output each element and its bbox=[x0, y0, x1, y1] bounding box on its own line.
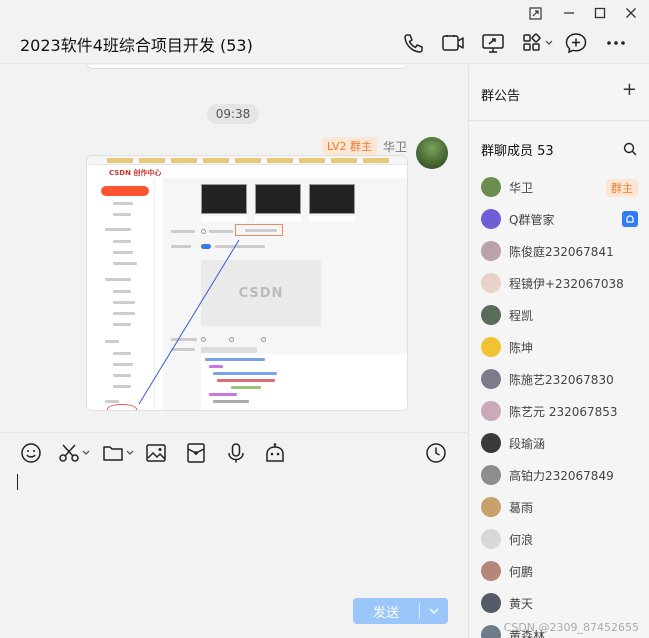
member-list[interactable]: 华卫 群主 Q群管家陈俊庭232067841 程镜伊+232067038 程凯陈坤陈施艺… bbox=[469, 171, 649, 638]
member-item[interactable]: 陈施艺232067830 bbox=[469, 363, 649, 395]
member-name: 葛雨 bbox=[509, 500, 534, 515]
member-name: 程凯 bbox=[509, 308, 534, 323]
member-avatar[interactable] bbox=[481, 209, 501, 229]
add-announcement-icon[interactable]: + bbox=[622, 81, 637, 99]
member-item[interactable]: 高铂力232067849 bbox=[469, 459, 649, 491]
annotation-arrow bbox=[138, 239, 240, 405]
history-icon[interactable] bbox=[425, 442, 447, 464]
member-avatar[interactable] bbox=[481, 401, 501, 421]
member-name: 何鹏 bbox=[509, 564, 534, 579]
more-icon[interactable] bbox=[603, 30, 629, 56]
member-item[interactable]: 陈艺元 232067853 bbox=[469, 395, 649, 427]
sender-name[interactable]: 华卫 bbox=[383, 138, 407, 155]
owner-badge: LV2 群主 bbox=[322, 137, 377, 155]
watermark: CSDN @2309_87452655 bbox=[503, 621, 639, 634]
member-avatar[interactable] bbox=[481, 433, 501, 453]
window-titlebar bbox=[0, 0, 649, 26]
text-cursor bbox=[17, 474, 18, 490]
member-item[interactable]: 华卫 群主 bbox=[469, 171, 649, 203]
member-name: 高铂力232067849 bbox=[509, 468, 614, 483]
member-item[interactable]: 葛雨 bbox=[469, 491, 649, 523]
emoji-icon[interactable] bbox=[20, 442, 42, 464]
member-item[interactable]: 程凯 bbox=[469, 299, 649, 331]
member-name: 陈俊庭232067841 bbox=[509, 244, 614, 259]
members-title[interactable]: 群聊成员 53 bbox=[481, 140, 554, 159]
member-name: 华卫 bbox=[509, 180, 534, 195]
member-item[interactable]: 黄天 bbox=[469, 587, 649, 619]
announcement-title[interactable]: 群公告 bbox=[481, 85, 520, 104]
send-button-group: 发送 bbox=[353, 598, 448, 624]
member-item[interactable]: 程镜伊+232067038 bbox=[469, 267, 649, 299]
member-avatar[interactable] bbox=[481, 561, 501, 581]
member-item[interactable]: 何浪 bbox=[469, 523, 649, 555]
member-item[interactable]: Q群管家 bbox=[469, 203, 649, 235]
add-chat-icon[interactable] bbox=[563, 30, 589, 56]
member-avatar[interactable] bbox=[481, 337, 501, 357]
member-avatar[interactable] bbox=[481, 625, 501, 638]
microphone-icon[interactable] bbox=[225, 442, 247, 464]
maximize-icon[interactable] bbox=[591, 4, 609, 22]
member-name: 段瑜涵 bbox=[509, 436, 546, 451]
search-icon[interactable] bbox=[623, 141, 637, 160]
minimize-icon[interactable] bbox=[560, 4, 578, 22]
owner-badge: 群主 bbox=[606, 179, 638, 197]
member-item[interactable]: 段瑜涵 bbox=[469, 427, 649, 459]
image-message[interactable]: CSDN 创作中心 CSDN bbox=[86, 155, 408, 411]
robot-icon[interactable] bbox=[264, 442, 286, 464]
sender-avatar[interactable] bbox=[416, 137, 448, 169]
video-call-icon[interactable] bbox=[440, 30, 466, 56]
bot-badge-icon bbox=[622, 211, 638, 227]
sender-info: LV2 群主 华卫 bbox=[322, 137, 407, 155]
image-icon[interactable] bbox=[145, 442, 167, 464]
member-item[interactable]: 陈俊庭232067841 bbox=[469, 235, 649, 267]
member-avatar[interactable] bbox=[481, 369, 501, 389]
chevron-down-icon[interactable] bbox=[82, 450, 90, 456]
group-info-panel: 群公告 + 群聊成员 53 华卫 群主 Q群管家陈俊庭232067841 程镜伊+23… bbox=[468, 65, 649, 638]
member-name: 程镜伊+232067038 bbox=[509, 276, 624, 291]
member-avatar[interactable] bbox=[481, 465, 501, 485]
member-avatar[interactable] bbox=[481, 497, 501, 517]
member-avatar[interactable] bbox=[481, 241, 501, 261]
member-item[interactable]: 何鹏 bbox=[469, 555, 649, 587]
send-options-chevron-icon[interactable] bbox=[420, 598, 448, 624]
member-name: Q群管家 bbox=[509, 212, 555, 227]
red-packet-icon[interactable] bbox=[185, 442, 207, 464]
member-name: 黄天 bbox=[509, 596, 534, 611]
member-avatar[interactable] bbox=[481, 305, 501, 325]
send-button[interactable]: 发送 bbox=[353, 598, 419, 624]
member-item[interactable]: 陈坤 bbox=[469, 331, 649, 363]
member-avatar[interactable] bbox=[481, 593, 501, 613]
phone-icon[interactable] bbox=[400, 30, 426, 56]
scissors-icon[interactable] bbox=[58, 442, 90, 464]
close-icon[interactable] bbox=[622, 4, 640, 22]
previous-message-image[interactable] bbox=[86, 65, 408, 69]
chat-title: 2023软件4班综合项目开发 (53) bbox=[20, 36, 253, 55]
member-name: 何浪 bbox=[509, 532, 534, 547]
divider bbox=[469, 120, 649, 121]
message-input[interactable]: 发送 bbox=[0, 472, 468, 638]
message-list[interactable]: 09:38 LV2 群主 华卫 CSDN 创作中心 CSDN bbox=[0, 65, 468, 432]
member-name: 陈坤 bbox=[509, 340, 534, 355]
member-avatar[interactable] bbox=[481, 273, 501, 293]
folder-icon[interactable] bbox=[102, 442, 134, 464]
message-time: 09:38 bbox=[207, 104, 259, 124]
chat-header: 2023软件4班综合项目开发 (53) bbox=[0, 26, 649, 64]
member-avatar[interactable] bbox=[481, 177, 501, 197]
member-name: 陈艺元 232067853 bbox=[509, 404, 618, 419]
screen-share-icon[interactable] bbox=[480, 30, 506, 56]
pin-icon[interactable] bbox=[526, 4, 544, 22]
chevron-down-icon[interactable] bbox=[126, 450, 134, 456]
composer-toolbar bbox=[0, 432, 468, 472]
member-avatar[interactable] bbox=[481, 529, 501, 549]
apps-icon[interactable] bbox=[520, 30, 556, 56]
member-name: 陈施艺232067830 bbox=[509, 372, 614, 387]
